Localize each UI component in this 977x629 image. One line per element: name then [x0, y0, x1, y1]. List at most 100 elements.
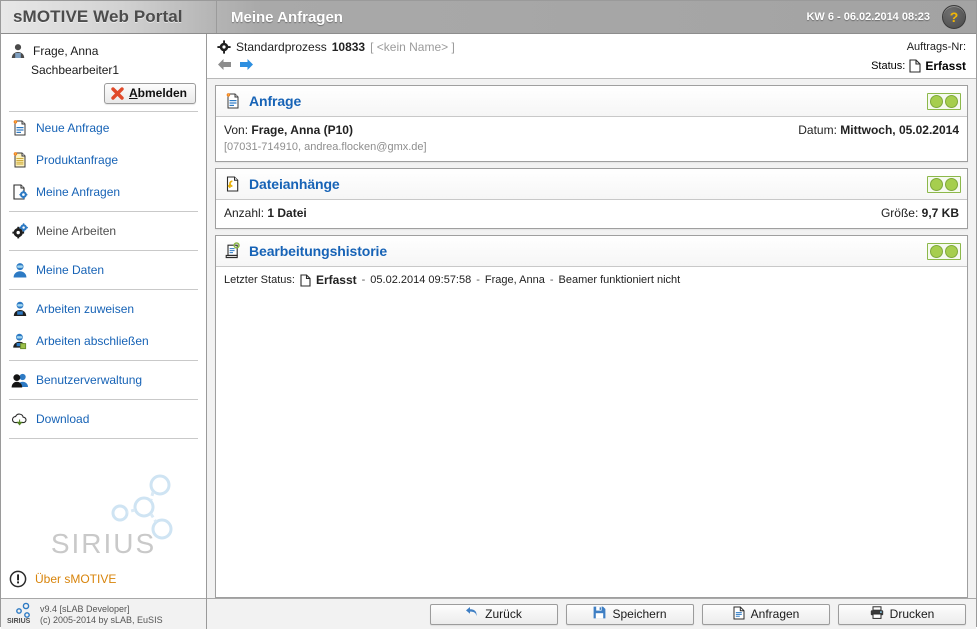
order-number-label: Auftrags-Nr:	[906, 41, 966, 53]
panel-dateianhaenge: Dateianhänge Anzahl: 1 Datei Größe: 9,7 …	[215, 168, 968, 229]
requests-button-label: Anfragen	[750, 607, 800, 621]
new-request-icon	[11, 119, 29, 137]
request-doc-icon	[224, 92, 242, 110]
sidebar-item-meine-daten[interactable]: Meine Daten	[9, 254, 198, 286]
document-status-icon	[909, 59, 921, 73]
history-entry: Letzter Status: Erfasst - 05.02.2014 09:…	[224, 273, 959, 287]
back-arrow-icon	[466, 606, 479, 622]
panel-body: Von: Frage, Anna (P10) Datum: Mittwoch, …	[216, 117, 967, 161]
sidebar-item-arbeiten-abschliessen[interactable]: Arbeiten abschließen	[9, 325, 198, 357]
from-row: Von: Frage, Anna (P10) Datum: Mittwoch, …	[224, 123, 959, 137]
panel-header[interactable]: Bearbeitungshistorie	[216, 236, 967, 267]
contact-info: [07031-714910, andrea.flocken@gmx.de]	[224, 141, 427, 153]
sidebar-item-neue-anfrage[interactable]: Neue Anfrage	[9, 112, 198, 144]
process-header: Standardprozess 10833 [ <kein Name> ] Au…	[207, 34, 976, 79]
sidebar-item-label: Benutzerverwaltung	[36, 373, 143, 387]
sidebar-item-download[interactable]: Download	[9, 403, 198, 435]
panel-body: Anzahl: 1 Datei Größe: 9,7 KB	[216, 200, 967, 228]
about-smotive-label: Über sMOTIVE	[35, 572, 117, 586]
panel-title: Bearbeitungshistorie	[249, 243, 388, 259]
history-user: Frage, Anna	[484, 274, 545, 286]
date-value: Mittwoch, 05.02.2014	[840, 123, 959, 137]
svg-text:SIRIUS: SIRIUS	[7, 618, 31, 624]
panel-header[interactable]: Dateianhänge	[216, 169, 967, 200]
history-separator: -	[549, 274, 554, 286]
document-status-icon	[300, 273, 311, 287]
panel-title: Dateianhänge	[249, 176, 340, 192]
info-exclamation-icon	[9, 570, 27, 588]
panel-anfrage: Anfrage Von: Frage, Anna (P10) Datum: Mi…	[215, 85, 968, 162]
process-title: Standardprozess 10833 [ <kein Name> ]	[217, 40, 455, 54]
page-title: Meine Anfragen	[231, 8, 343, 26]
process-name-placeholder: [ <kein Name> ]	[370, 40, 455, 54]
nav-divider	[9, 289, 198, 290]
footer-button-bar: Zurück Speichern Anfragen Drucken	[207, 598, 976, 629]
sidebar-item-meine-arbeiten[interactable]: Meine Arbeiten	[9, 215, 198, 247]
body-container: Frage, Anna Sachbearbeiter1 Abmelden Neu…	[1, 34, 976, 629]
save-disk-icon	[593, 606, 606, 622]
history-separator: -	[361, 274, 366, 286]
count-cell: Anzahl: 1 Datei	[224, 206, 307, 220]
sidebar: Frage, Anna Sachbearbeiter1 Abmelden Neu…	[1, 34, 207, 629]
status-line: Status: Erfasst	[871, 59, 966, 73]
nav-divider	[9, 250, 198, 251]
print-button[interactable]: Drucken	[838, 603, 966, 625]
calendar-week-datetime: KW 6 - 06.02.2014 08:23	[806, 11, 930, 23]
printer-icon	[870, 606, 884, 622]
save-button-label: Speichern	[612, 607, 667, 621]
sidebar-item-label: Meine Arbeiten	[36, 224, 117, 238]
panel-toggle-button[interactable]	[927, 175, 961, 193]
history-scroll-icon	[224, 242, 242, 260]
attachment-doc-icon	[224, 175, 242, 193]
print-button-label: Drucken	[889, 607, 935, 621]
version-info: v9.4 [sLAB Developer] (c) 2005-2014 by s…	[40, 603, 163, 625]
sirius-logo: SIRIUS	[11, 465, 196, 560]
nav-divider	[9, 211, 198, 212]
panel-toggle-button[interactable]	[927, 92, 961, 110]
sidebar-item-arbeiten-zuweisen[interactable]: Arbeiten zuweisen	[9, 293, 198, 325]
back-button-label: Zurück	[485, 607, 522, 621]
last-status-value: Erfasst	[315, 273, 357, 287]
panel-header[interactable]: Anfrage	[216, 86, 967, 117]
history-separator: -	[476, 274, 480, 286]
sidebar-item-benutzerverwaltung[interactable]: Benutzerverwaltung	[9, 364, 198, 396]
from-label: Von: Frage, Anna (P10)	[224, 123, 353, 137]
status-label: Status:	[871, 60, 906, 72]
back-button[interactable]: Zurück	[430, 603, 558, 625]
toggle-dot-right	[945, 177, 958, 191]
panel-title: Anfrage	[249, 93, 302, 109]
sidebar-nav: Neue Anfrage Produktanfrage Meine Anfrag…	[1, 112, 206, 439]
toggle-dot-right	[945, 94, 958, 108]
about-smotive-link[interactable]: Über sMOTIVE	[9, 570, 206, 588]
cloud-download-icon	[11, 410, 29, 428]
logout-label: Abmelden	[128, 86, 187, 100]
history-comment: Beamer funktioniert nicht	[558, 274, 681, 286]
panel-toggle-button[interactable]	[927, 242, 961, 260]
assign-work-icon	[11, 300, 29, 318]
back-arrow-icon[interactable]	[217, 58, 232, 74]
sidebar-item-label: Meine Anfragen	[36, 185, 121, 199]
sidebar-item-label: Download	[36, 412, 90, 426]
process-number: 10833	[331, 40, 366, 54]
sidebar-item-label: Arbeiten abschließen	[36, 334, 149, 348]
toggle-dot-left	[930, 177, 943, 191]
sidebar-item-meine-anfragen[interactable]: Meine Anfragen	[9, 176, 198, 208]
user-data-icon	[11, 261, 29, 279]
sidebar-item-label: Produktanfrage	[36, 153, 119, 167]
save-button[interactable]: Speichern	[566, 603, 694, 625]
forward-arrow-icon[interactable]	[239, 58, 254, 74]
process-header-row-2: Status: Erfasst	[217, 58, 966, 74]
gear-icon	[217, 40, 231, 54]
logout-button[interactable]: Abmelden	[103, 83, 196, 104]
help-button[interactable]: ?	[942, 5, 966, 29]
requests-button[interactable]: Anfragen	[702, 603, 830, 625]
date-cell: Datum: Mittwoch, 05.02.2014	[798, 123, 959, 137]
sidebar-footer: SIRIUS v9.4 [sLAB Developer] (c) 2005-20…	[1, 598, 206, 629]
main-content: Standardprozess 10833 [ <kein Name> ] Au…	[207, 34, 976, 629]
panels-container: Anfrage Von: Frage, Anna (P10) Datum: Mi…	[207, 79, 976, 598]
count-value: 1 Datei	[267, 206, 307, 220]
user-management-icon	[11, 371, 29, 389]
sidebar-item-produktanfrage[interactable]: Produktanfrage	[9, 144, 198, 176]
my-requests-icon	[11, 183, 29, 201]
